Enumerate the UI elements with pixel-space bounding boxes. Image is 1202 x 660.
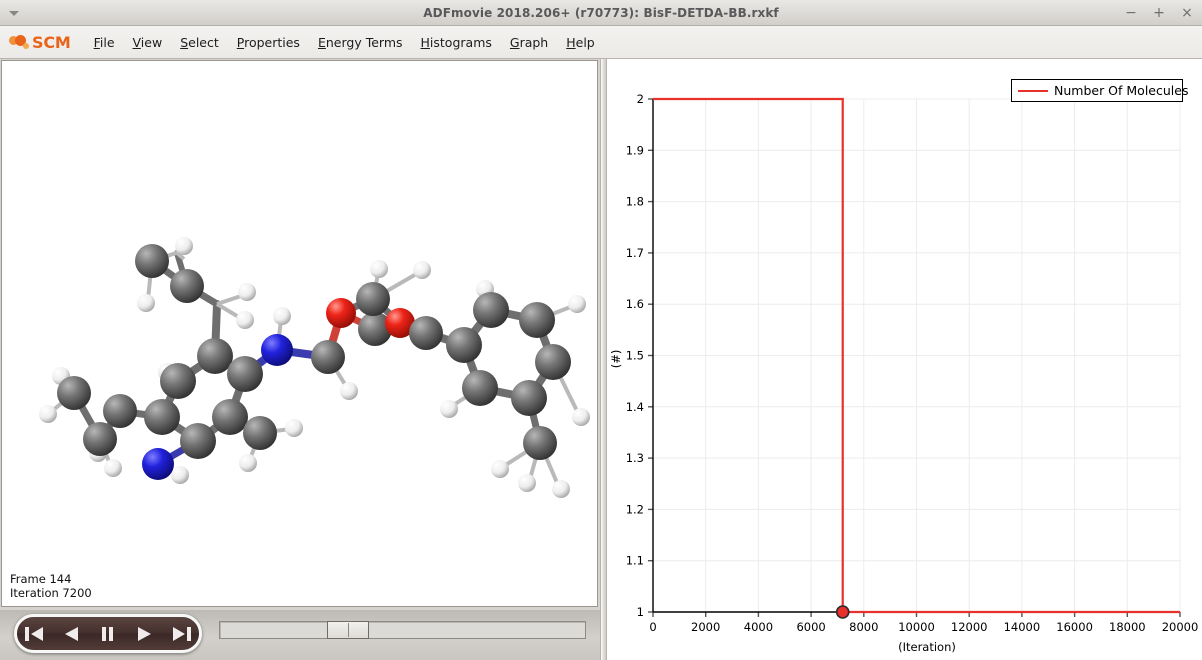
svg-text:1.6: 1.6 <box>626 297 644 311</box>
molecule-render <box>39 237 590 498</box>
menu-graph[interactable]: Graph <box>502 32 556 53</box>
frame-slider-thumb[interactable] <box>327 621 369 639</box>
minimize-icon: − <box>1125 5 1137 21</box>
svg-text:6000: 6000 <box>796 620 825 634</box>
svg-text:18000: 18000 <box>1109 620 1146 634</box>
menu-select[interactable]: Select <box>172 32 227 53</box>
svg-text:8000: 8000 <box>849 620 878 634</box>
panel-splitter[interactable] <box>600 59 607 660</box>
minimize-button[interactable]: − <box>1122 4 1140 22</box>
playback-bar <box>0 610 600 660</box>
molecule-viewport[interactable]: Frame 144 Iteration 7200 <box>1 60 598 607</box>
menu-histograms[interactable]: Histograms <box>413 32 500 53</box>
svg-text:12000: 12000 <box>951 620 988 634</box>
svg-text:1.8: 1.8 <box>626 195 644 209</box>
adfmovie-window: ADFmovie 2018.206+ (r70773): BisF-DETDA-… <box>0 0 1202 660</box>
svg-text:16000: 16000 <box>1056 620 1093 634</box>
svg-text:4000: 4000 <box>744 620 773 634</box>
menu-help[interactable]: Help <box>558 32 603 53</box>
svg-text:1.3: 1.3 <box>626 451 644 465</box>
chart-y-ticks: 1 1.1 1.2 1.3 1.4 1.5 1.6 1.7 1.8 1.9 2 <box>626 92 653 619</box>
frame-slider[interactable] <box>219 621 586 639</box>
svg-text:14000: 14000 <box>1004 620 1041 634</box>
maximize-button[interactable]: + <box>1150 4 1168 22</box>
maximize-icon: + <box>1153 5 1165 21</box>
molecule-panel: Frame 144 Iteration 7200 <box>0 59 600 660</box>
step-backward-button[interactable] <box>59 623 85 645</box>
chart-gridlines <box>653 98 1181 613</box>
chart-markers <box>835 605 850 619</box>
close-icon: × <box>1181 5 1193 21</box>
skip-to-start-button[interactable] <box>22 623 48 645</box>
play-button[interactable] <box>131 623 157 645</box>
scm-molecule-icon <box>9 34 31 51</box>
chart-x-axis-label: (Iteration) <box>898 640 956 654</box>
skip-to-end-button[interactable] <box>168 623 194 645</box>
svg-text:2000: 2000 <box>691 620 720 634</box>
graph-panel: 1 1.1 1.2 1.3 1.4 1.5 1.6 1.7 1.8 1.9 2 0 2000 4000 6… <box>607 59 1202 660</box>
svg-text:1.1: 1.1 <box>626 554 644 568</box>
svg-text:1.7: 1.7 <box>626 246 644 260</box>
scm-logo[interactable]: SCM <box>9 33 71 52</box>
svg-text:0: 0 <box>649 620 656 634</box>
menu-properties[interactable]: Properties <box>229 32 308 53</box>
svg-text:1.4: 1.4 <box>626 400 644 414</box>
main-content: Frame 144 Iteration 7200 1 1.1 1.2 1.3 1… <box>0 59 1202 660</box>
svg-text:2: 2 <box>637 92 644 106</box>
chart-y-axis-label: (#) <box>609 350 623 369</box>
svg-text:1.9: 1.9 <box>626 143 644 157</box>
menu-file[interactable]: File <box>86 32 123 53</box>
svg-text:1.5: 1.5 <box>626 349 644 363</box>
svg-text:10000: 10000 <box>898 620 935 634</box>
hydrogen-bonds <box>50 249 580 486</box>
hydrogen-atoms <box>39 237 590 498</box>
window-controls: − + × <box>1122 0 1196 26</box>
playback-controls <box>14 614 202 653</box>
title-bar: ADFmovie 2018.206+ (r70773): BisF-DETDA-… <box>0 0 1202 26</box>
chart-legend[interactable]: Number Of Molecules <box>1011 79 1188 102</box>
close-button[interactable]: × <box>1178 4 1196 22</box>
legend-label: Number Of Molecules <box>1054 83 1189 98</box>
heavy-atoms <box>57 244 571 480</box>
menu-view[interactable]: View <box>125 32 171 53</box>
svg-text:1.2: 1.2 <box>626 502 644 516</box>
legend-color-swatch <box>1018 89 1048 92</box>
svg-text:1: 1 <box>637 605 644 619</box>
svg-text:20000: 20000 <box>1162 620 1199 634</box>
window-title: ADFmovie 2018.206+ (r70773): BisF-DETDA-… <box>423 6 779 20</box>
molecules-vs-iteration-chart[interactable]: 1 1.1 1.2 1.3 1.4 1.5 1.6 1.7 1.8 1.9 2 0 2000 4000 6… <box>607 59 1202 660</box>
menu-energy-terms[interactable]: Energy Terms <box>310 32 411 53</box>
chart-x-ticks: 0 2000 4000 6000 8000 10000 12000 14000 16000 180… <box>649 612 1198 634</box>
pause-button[interactable] <box>95 623 121 645</box>
scm-wordmark: SCM <box>32 32 71 52</box>
menu-bar: SCM File View Select Properties Energy T… <box>0 26 1202 59</box>
